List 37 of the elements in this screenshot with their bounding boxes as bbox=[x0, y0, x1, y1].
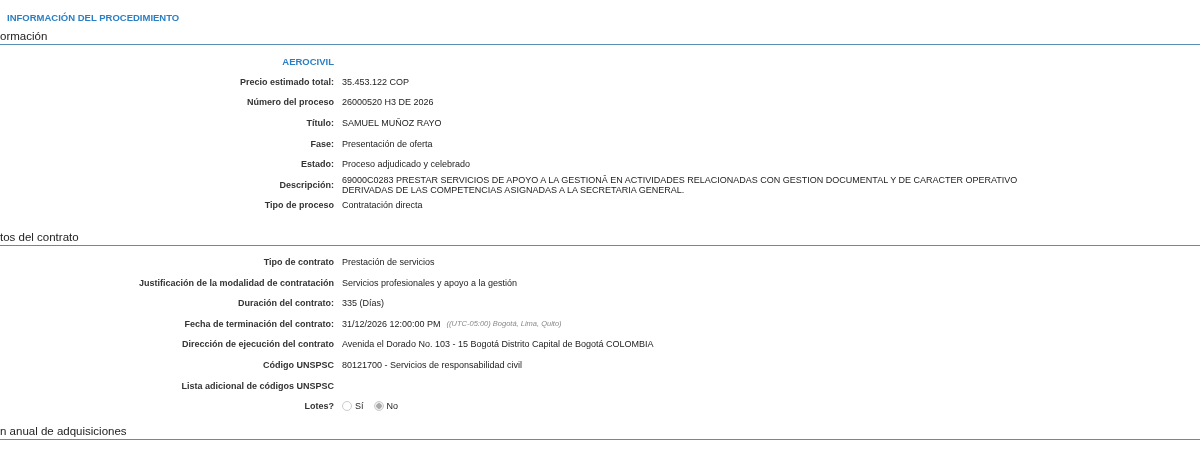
field-label: Código UNSPSC bbox=[263, 360, 334, 370]
field-label: Justificación de la modalidad de contratación bbox=[138, 277, 334, 288]
section-header: tos del contrato bbox=[0, 230, 1200, 246]
field-value: Contratación directa bbox=[342, 200, 423, 211]
field-value: 69000C0283 PRESTAR SERVICIOS DE APOYO A LA GESTIONÂ EN ACTIVIDADES RELACIONADAS CON GESTION DOCUMENTAL Y DE CARACTER OPERATIVO DERIVADAS DE LAS COMPETENCIAS ASIGNADAS A LA SECRETARIA GENERAL. bbox=[342, 174, 1019, 195]
field-value: Prestación de servicios bbox=[342, 257, 435, 268]
field-label: Descripción: bbox=[279, 179, 334, 190]
radio-label: No bbox=[386, 401, 399, 412]
field-label: Precio estimado total: bbox=[239, 76, 334, 87]
section-header: n anual de adquisiciones bbox=[0, 424, 1200, 440]
field-label: Número del proceso bbox=[246, 97, 334, 108]
field-label: Tipo de proceso bbox=[264, 200, 334, 211]
field-label: Lista adicional de códigos UNSPSC bbox=[181, 380, 334, 391]
field-label: Estado: bbox=[301, 159, 334, 170]
field-value: 26000520 H3 DE 2026 bbox=[342, 97, 434, 108]
field-value: 31/12/2026 12:00:00 PM bbox=[342, 318, 441, 329]
field-value: 335 (Días) bbox=[342, 298, 385, 309]
section-header: ormación bbox=[0, 30, 1200, 45]
field-value: Servicios profesionales y apoyo a la gestión bbox=[342, 277, 518, 288]
field-value: Avenida el Dorado No. 103 - 15 Bogotá Distrito Capital de Bogotá COLOMBIA bbox=[342, 339, 654, 350]
field-value: 35.453.122 COP bbox=[342, 76, 410, 87]
field-value: 80121700 - Servicios de responsabilidad civil bbox=[342, 360, 523, 370]
field-value: SAMUEL MUÑOZ RAYO bbox=[342, 118, 442, 129]
field-value: Proceso adjudicado y celebrado bbox=[342, 159, 471, 170]
field-value: Presentación de oferta bbox=[342, 138, 433, 149]
radio-button[interactable] bbox=[373, 401, 384, 412]
radio-button[interactable] bbox=[342, 401, 352, 412]
page-title: INFORMACIÓN DEL PROCEDIMIENTO bbox=[6, 11, 181, 25]
radio-label: Sí bbox=[355, 401, 364, 412]
field-label: Fecha de terminación del contrato: bbox=[184, 318, 334, 329]
field-label: Duración del contrato: bbox=[238, 298, 334, 309]
field-label: Tipo de contrato bbox=[263, 257, 334, 268]
field-label: Fase: bbox=[310, 138, 334, 149]
field-label: Dirección de ejecución del contrato bbox=[181, 339, 334, 350]
field-label: Lotes? bbox=[304, 401, 334, 412]
entity-name: AEROCIVIL bbox=[282, 55, 334, 67]
field-label: Título: bbox=[306, 118, 334, 129]
